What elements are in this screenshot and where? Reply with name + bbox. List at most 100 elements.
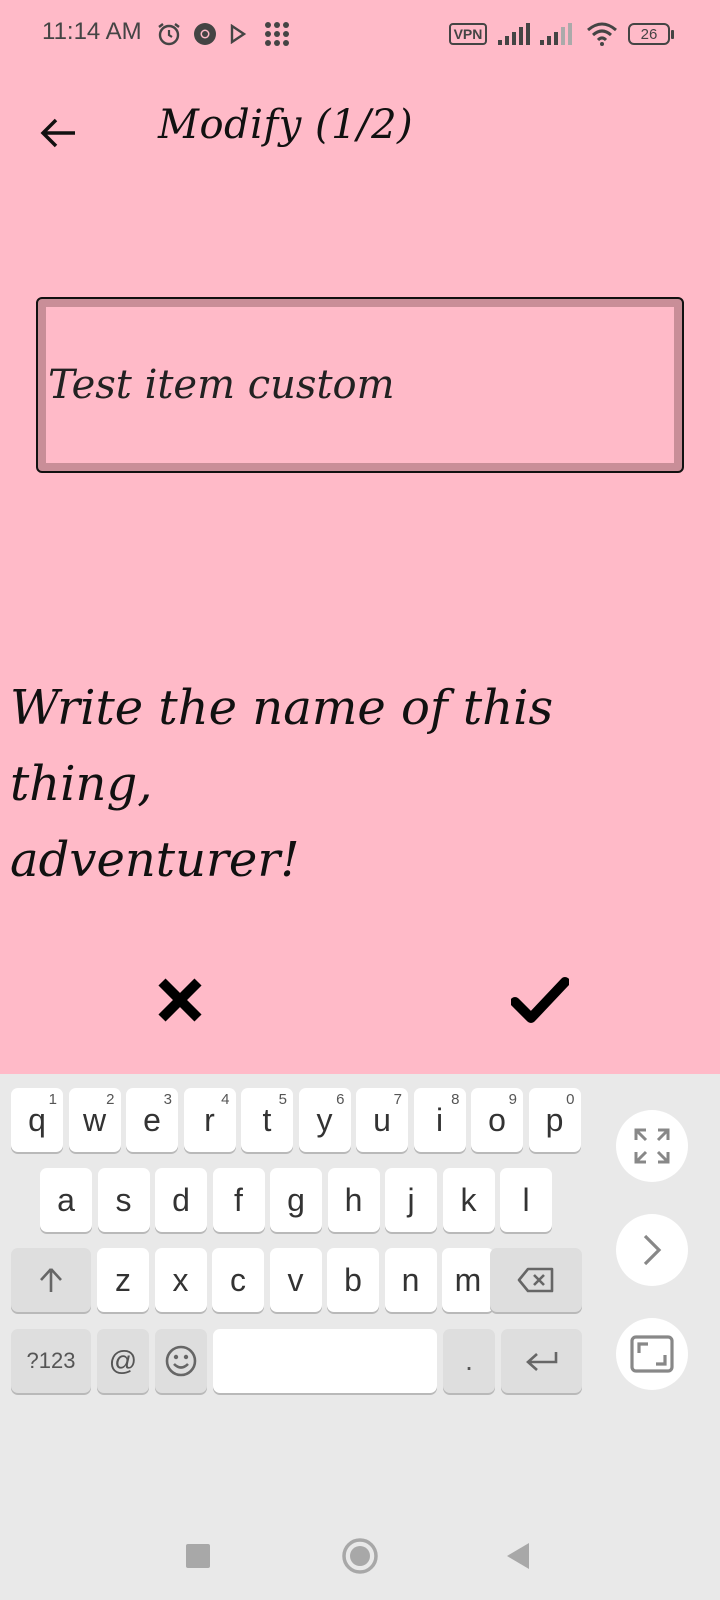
- key-j[interactable]: j: [385, 1168, 437, 1232]
- key-label: x: [172, 1261, 189, 1298]
- key-a[interactable]: a: [40, 1168, 92, 1232]
- shift-arrow-icon: [40, 1268, 62, 1292]
- key-label: i: [435, 1101, 444, 1138]
- key-r[interactable]: r4: [183, 1088, 236, 1152]
- key-label: e: [143, 1101, 161, 1138]
- key-hint: 1: [48, 1091, 57, 1108]
- wifi-icon: [584, 18, 620, 50]
- key-hint: 5: [278, 1091, 287, 1108]
- next-button[interactable]: [616, 1214, 688, 1286]
- key-hint: 3: [163, 1091, 172, 1108]
- recents-button[interactable]: [174, 1532, 222, 1580]
- key-label: v: [287, 1261, 304, 1298]
- key-h[interactable]: h: [327, 1168, 380, 1232]
- key-y[interactable]: y6: [298, 1088, 351, 1152]
- name-field-value: Test item custom: [48, 362, 395, 408]
- key-hint: 9: [508, 1091, 517, 1108]
- play-icon: [226, 18, 250, 50]
- key-e[interactable]: e3: [126, 1088, 178, 1152]
- key-hint: 2: [106, 1091, 115, 1108]
- prompt-text: Write the name of this thing, adventurer…: [10, 670, 710, 898]
- key-n[interactable]: n: [384, 1248, 437, 1312]
- name-field[interactable]: Test item custom: [36, 297, 684, 473]
- key-w[interactable]: w2: [68, 1088, 121, 1152]
- cancel-button[interactable]: [140, 960, 220, 1040]
- key-k[interactable]: k: [442, 1168, 495, 1232]
- name-field-inner[interactable]: Test item custom: [46, 307, 674, 463]
- key-label: z: [115, 1261, 131, 1298]
- status-time: 11:14 AM: [42, 18, 142, 45]
- key-label: g: [287, 1181, 305, 1218]
- battery-icon: 26: [626, 18, 676, 50]
- key-label: t: [262, 1101, 272, 1138]
- key-u[interactable]: u7: [356, 1088, 408, 1152]
- key-label: l: [522, 1181, 530, 1218]
- key-label: k: [460, 1181, 477, 1218]
- key-label: p: [545, 1101, 564, 1138]
- key-i[interactable]: i8: [413, 1088, 466, 1152]
- key-hint: 0: [566, 1091, 575, 1108]
- back-nav-button[interactable]: [494, 1532, 542, 1580]
- key-hint: 4: [221, 1091, 230, 1108]
- key-label: b: [344, 1261, 362, 1298]
- back-button[interactable]: [30, 105, 86, 161]
- key-b[interactable]: b: [327, 1248, 379, 1312]
- page-title: Modify (1/2): [158, 102, 414, 148]
- key-t[interactable]: t5: [241, 1088, 293, 1152]
- shift-key[interactable]: [11, 1248, 91, 1312]
- key-x[interactable]: x: [154, 1248, 207, 1312]
- home-button[interactable]: [336, 1532, 384, 1580]
- key-q[interactable]: q1: [11, 1088, 63, 1152]
- key-f[interactable]: f: [212, 1168, 265, 1232]
- key-hint: 6: [336, 1091, 345, 1108]
- key-label: q: [28, 1101, 46, 1138]
- confirm-button[interactable]: [500, 960, 580, 1040]
- battery-tip: [671, 29, 674, 39]
- key-label: j: [407, 1181, 415, 1218]
- vpn-label: VPN: [448, 23, 488, 45]
- key-label: u: [373, 1101, 391, 1138]
- backspace-key[interactable]: [490, 1248, 582, 1312]
- emoji-icon: [165, 1345, 197, 1377]
- key-label: c: [230, 1261, 246, 1298]
- expand-keyboard-button[interactable]: [616, 1110, 688, 1182]
- key-c[interactable]: c: [212, 1248, 264, 1312]
- signal-icon: [496, 18, 532, 50]
- key-v[interactable]: v: [269, 1248, 322, 1312]
- key-hint: 8: [451, 1091, 460, 1108]
- key-label: h: [344, 1181, 363, 1218]
- key-o[interactable]: o9: [471, 1088, 523, 1152]
- check-icon: [511, 977, 569, 1023]
- key-m[interactable]: m: [442, 1248, 494, 1312]
- enter-icon: [525, 1352, 557, 1371]
- key-label: o: [488, 1101, 506, 1138]
- key-s[interactable]: s: [97, 1168, 150, 1232]
- signal-icon: [538, 18, 574, 50]
- alarm-icon: [154, 18, 184, 50]
- expand-icon: [634, 1128, 670, 1164]
- enter-key[interactable]: [501, 1329, 582, 1393]
- arrow-left-icon: [40, 118, 75, 148]
- back-triangle-icon: [507, 1543, 529, 1569]
- space-key[interactable]: [213, 1329, 437, 1393]
- symbols-key[interactable]: ?123: [11, 1329, 91, 1393]
- period-key[interactable]: .: [443, 1329, 495, 1393]
- close-icon: [158, 978, 202, 1022]
- key-p[interactable]: p0: [528, 1088, 581, 1152]
- at-key[interactable]: @: [97, 1329, 149, 1393]
- key-label: w: [82, 1101, 107, 1138]
- chrome-icon: [190, 18, 220, 50]
- key-hint: 7: [393, 1091, 402, 1108]
- key-g[interactable]: g: [270, 1168, 322, 1232]
- key-label: s: [115, 1181, 132, 1218]
- key-label: r: [204, 1101, 215, 1138]
- emoji-key[interactable]: [155, 1329, 207, 1393]
- apps-grid-icon: [262, 18, 292, 50]
- prompt-line-2: adventurer!: [10, 832, 300, 888]
- key-d[interactable]: d: [155, 1168, 207, 1232]
- resize-keyboard-button[interactable]: [616, 1318, 688, 1390]
- app-bar: Modify (1/2): [0, 90, 720, 170]
- key-z[interactable]: z: [97, 1248, 149, 1312]
- key-l[interactable]: l: [500, 1168, 552, 1232]
- key-label: a: [57, 1181, 75, 1218]
